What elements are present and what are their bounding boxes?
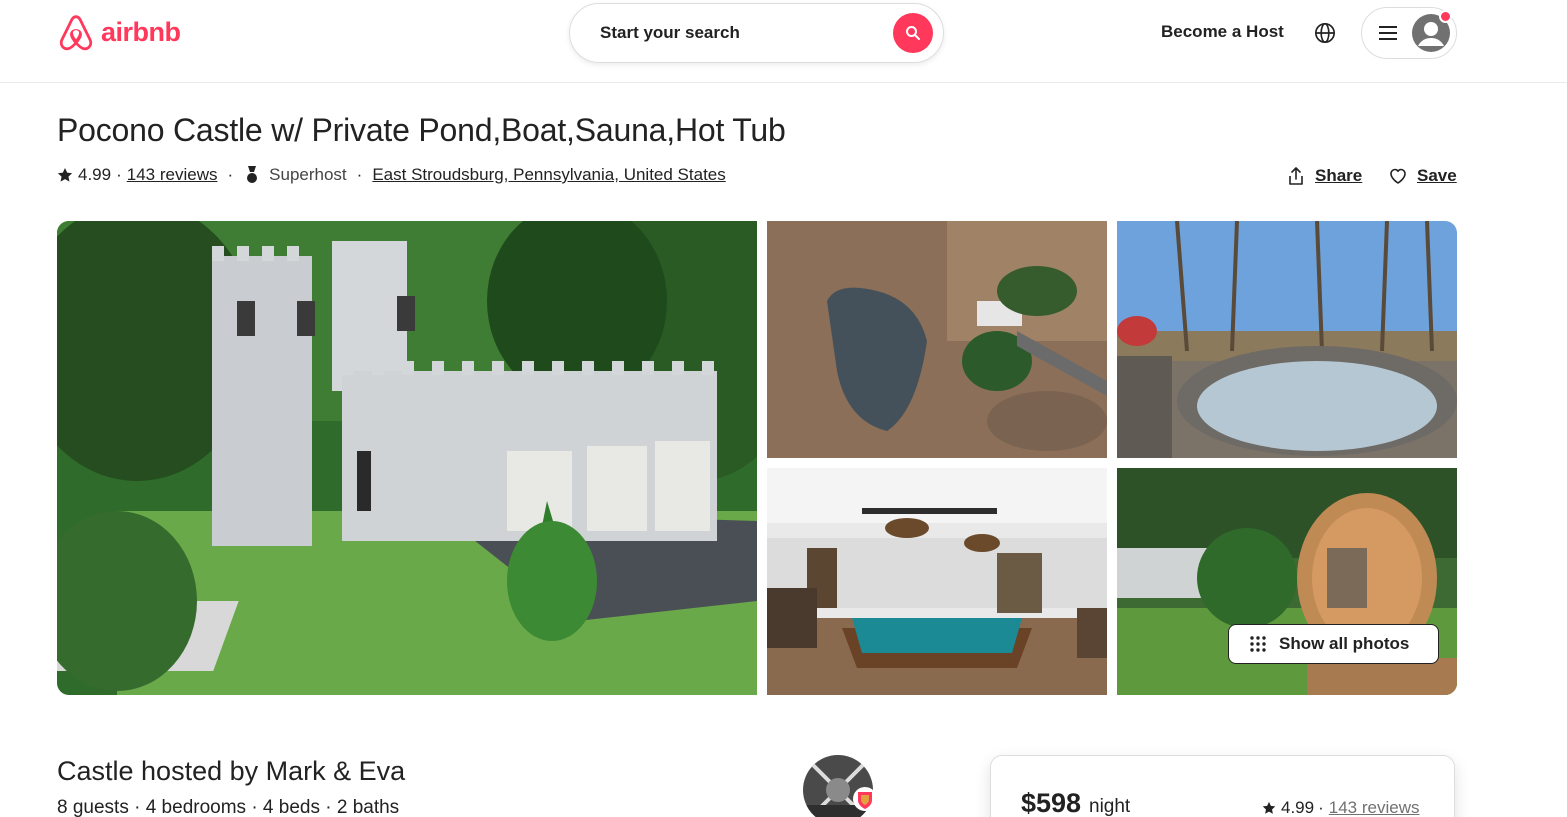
superhost-badge-icon bbox=[853, 787, 877, 811]
star-icon bbox=[1262, 801, 1276, 814]
booking-rating: 4.99 · 143 reviews bbox=[1262, 798, 1419, 817]
listing-title: Pocono Castle w/ Private Pond,Boat,Sauna… bbox=[57, 112, 786, 148]
share-label: Share bbox=[1315, 166, 1363, 185]
globe-icon[interactable] bbox=[1314, 22, 1336, 44]
photo-castle-exterior[interactable] bbox=[57, 221, 757, 695]
superhost-medal-icon bbox=[247, 166, 258, 183]
photo-game-room[interactable] bbox=[767, 468, 1107, 695]
booking-card: $598 night 4.99 · 143 reviews bbox=[990, 755, 1455, 817]
search-bar[interactable]: Start your search bbox=[569, 3, 944, 63]
photo-aerial-pond[interactable] bbox=[767, 221, 1107, 458]
airbnb-logo[interactable]: airbnb bbox=[57, 13, 181, 53]
photo-hot-tub[interactable] bbox=[1117, 221, 1457, 458]
search-icon bbox=[906, 26, 920, 40]
listing-details: 8 guests · 4 bedrooms · 4 beds · 2 baths bbox=[57, 797, 400, 817]
notification-dot bbox=[1439, 10, 1452, 23]
save-button[interactable]: Save bbox=[1388, 166, 1457, 186]
user-menu-button[interactable] bbox=[1361, 7, 1457, 59]
castle-image bbox=[57, 221, 757, 695]
separator: · bbox=[227, 165, 234, 184]
host-heading: Castle hosted by Mark & Eva bbox=[57, 756, 406, 786]
save-label: Save bbox=[1417, 166, 1457, 185]
booking-reviews-link[interactable]: 143 reviews bbox=[1329, 798, 1420, 817]
search-label: Start your search bbox=[600, 23, 740, 42]
become-host-link[interactable]: Become a Host bbox=[1161, 22, 1284, 42]
price-unit: night bbox=[1089, 796, 1131, 817]
superhost-label: Superhost bbox=[269, 165, 347, 184]
location-link[interactable]: East Stroudsburg, Pennsylvania, United S… bbox=[372, 165, 725, 185]
game-room-image bbox=[767, 468, 1107, 695]
aerial-image bbox=[767, 221, 1107, 458]
separator: · bbox=[356, 165, 363, 184]
show-all-photos-button[interactable]: Show all photos bbox=[1228, 624, 1439, 664]
star-icon bbox=[57, 168, 73, 182]
top-nav: airbnb Start your search Become a Host bbox=[0, 0, 1567, 83]
rating-value: 4.99 bbox=[78, 165, 112, 184]
reviews-link[interactable]: 143 reviews bbox=[127, 165, 218, 185]
listing-meta: 4.99 · 143 reviews · Superhost · East St… bbox=[57, 165, 726, 185]
airbnb-wordmark: airbnb bbox=[101, 16, 181, 47]
nightly-price: $598 bbox=[1021, 788, 1082, 817]
hot-tub-image bbox=[1117, 221, 1457, 458]
search-button[interactable] bbox=[893, 13, 933, 53]
share-icon bbox=[1289, 167, 1303, 185]
menu-icon bbox=[1379, 26, 1397, 40]
share-button[interactable]: Share bbox=[1286, 166, 1362, 186]
show-all-photos-label: Show all photos bbox=[1279, 634, 1410, 653]
grid-dots-icon bbox=[1250, 636, 1266, 652]
separator: · bbox=[1318, 798, 1324, 817]
heart-icon bbox=[1390, 168, 1406, 184]
booking-rating-value: 4.99 bbox=[1281, 798, 1315, 817]
separator: · bbox=[116, 165, 122, 184]
airbnb-logo-icon bbox=[59, 15, 93, 51]
